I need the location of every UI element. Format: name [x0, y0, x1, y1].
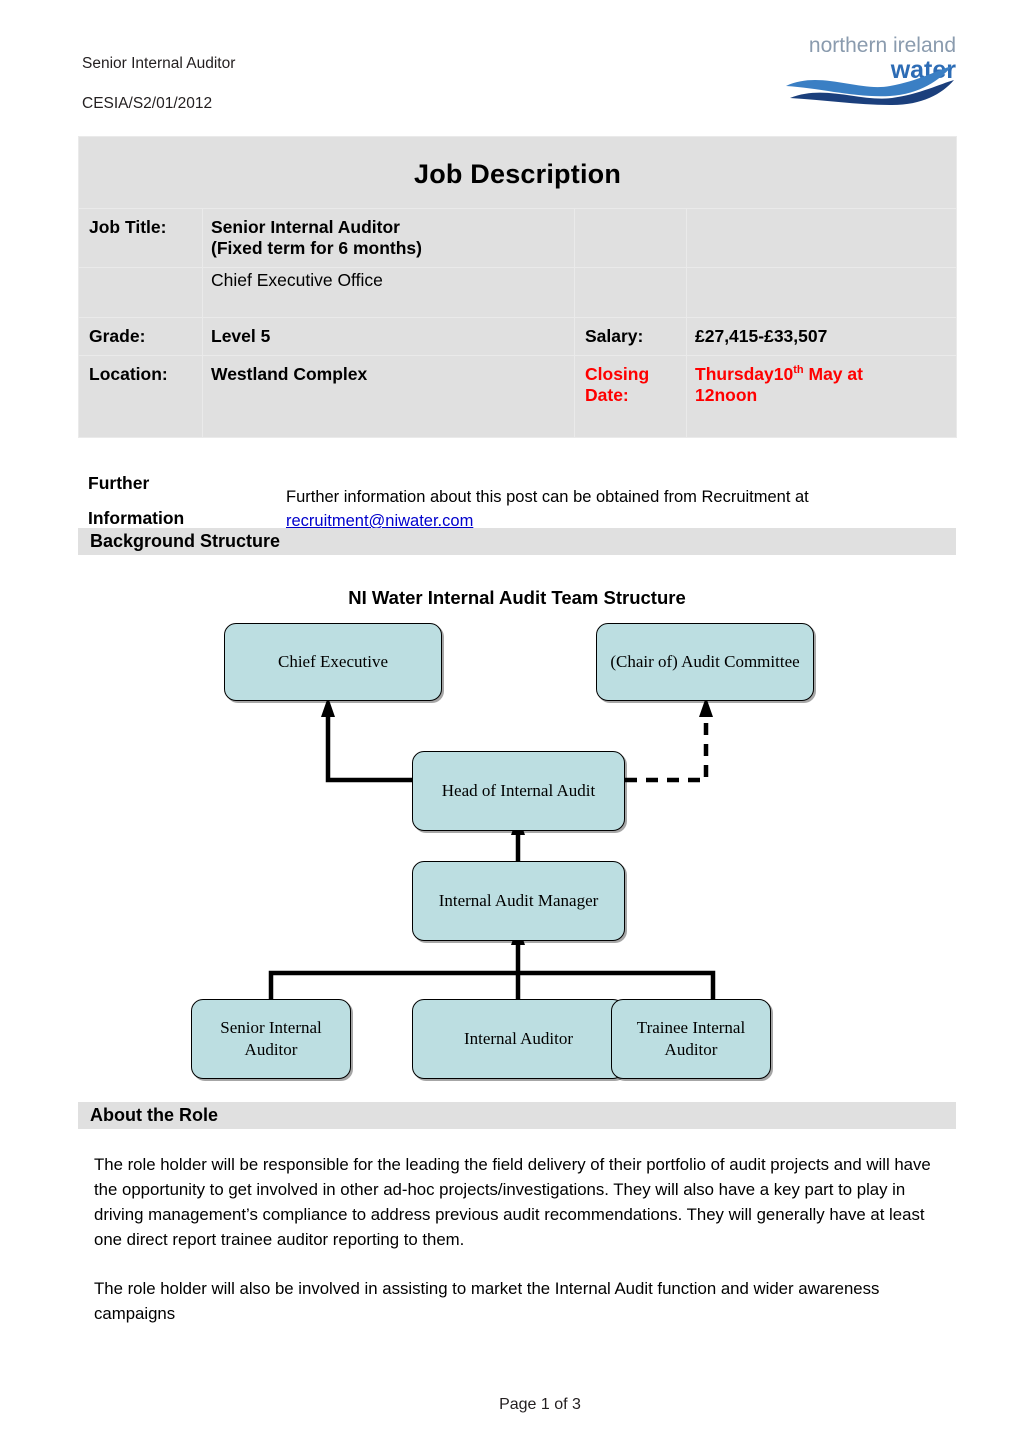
closing-date-label: Closing Date:	[574, 355, 687, 438]
org-node-label: Internal Auditor	[463, 1029, 574, 1048]
department-spacer-value	[685, 267, 958, 318]
further-information-label: Further Information	[88, 466, 278, 536]
about-paragraph-1: The role holder will be responsible for …	[94, 1155, 931, 1249]
org-node-label: (Chair of) Audit Committee	[610, 652, 800, 671]
org-node-internal-audit-manager: Internal Audit Manager	[412, 861, 625, 941]
document-reference: Senior Internal Auditor CESIA/S2/01/2012	[82, 34, 235, 134]
org-chart: NI Water Internal Audit Team Structure C…	[78, 565, 956, 1090]
page-title: Job Description	[414, 159, 622, 189]
job-title-line-2: (Fixed term for 6 months)	[211, 238, 422, 258]
department-spacer-label	[574, 267, 687, 318]
grade-label: Grade:	[78, 317, 203, 356]
document-reference-code: CESIA/S2/01/2012	[82, 95, 213, 112]
svg-text:northern ireland: northern ireland	[809, 34, 956, 57]
section-heading-background-structure: Background Structure	[78, 528, 956, 555]
location-text: Westland Complex	[211, 364, 368, 384]
grade-value: Level 5	[202, 317, 575, 356]
org-node-trainee-internal-auditor: Trainee Internal Auditor	[611, 999, 771, 1079]
further-information-sentence: Further information about this post can …	[286, 488, 809, 506]
grade-text: Level 5	[211, 326, 271, 346]
connector-head-to-audit-committee	[625, 715, 709, 783]
table-row-grade-salary: Grade: Level 5 Salary: £27,415-£33,507	[78, 317, 958, 356]
job-description-table: Job Description Job Title: Senior Intern…	[77, 136, 958, 438]
org-node-label: Head of Internal Audit	[441, 781, 596, 800]
connector-head-to-chief-executive	[325, 715, 412, 783]
org-node-head-of-internal-audit: Head of Internal Audit	[412, 751, 625, 831]
table-row-job-title: Job Title: Senior Internal Auditor (Fixe…	[78, 208, 958, 268]
org-node-audit-committee: (Chair of) Audit Committee	[596, 623, 814, 701]
org-node-label: Chief Executive	[278, 652, 388, 671]
table-row-title: Job Description	[77, 136, 958, 209]
salary-text: £27,415-£33,507	[695, 326, 828, 346]
page-header: Senior Internal Auditor CESIA/S2/01/2012…	[0, 0, 1020, 120]
job-title-label: Job Title:	[78, 208, 203, 268]
org-node-internal-auditor: Internal Auditor	[412, 999, 625, 1079]
job-title-spacer-label	[574, 208, 687, 268]
closing-date-line-2: 12noon	[695, 385, 758, 405]
table-row-location-closing: Location: Westland Complex Closing Date:…	[78, 355, 958, 438]
location-label: Location:	[78, 355, 203, 438]
org-node-senior-internal-auditor: Senior Internal Auditor	[191, 999, 351, 1079]
org-node-label: Senior Internal Auditor	[220, 1018, 322, 1059]
about-paragraph-2: The role holder will also be involved in…	[94, 1279, 880, 1323]
table-row-department: Chief Executive Office	[78, 267, 958, 318]
further-information-text: Further information about this post can …	[286, 485, 956, 533]
about-the-role-body: The role holder will be responsible for …	[94, 1152, 956, 1350]
job-title-spacer-value	[685, 208, 958, 268]
connector-bottom-bus	[268, 970, 716, 1000]
further-label-line-1: Further	[88, 473, 150, 493]
closing-date-label-line-2: Date:	[585, 385, 629, 405]
page-footer: Page 1 of 3	[0, 1396, 1020, 1414]
department-value: Chief Executive Office	[202, 267, 575, 318]
closing-date-value: Thursday10th May at 12noon	[685, 355, 958, 438]
org-node-label: Trainee Internal Auditor	[636, 1018, 746, 1059]
location-value: Westland Complex	[202, 355, 575, 438]
salary-value: £27,415-£33,507	[685, 317, 958, 356]
section-heading-about-the-role: About the Role	[78, 1102, 956, 1129]
northern-ireland-water-logo: northern ireland water	[780, 26, 960, 106]
org-node-chief-executive: Chief Executive	[224, 623, 442, 701]
document-title-text: Senior Internal Auditor	[82, 55, 236, 72]
job-title-line-1: Senior Internal Auditor	[211, 217, 400, 237]
closing-date-line-1: Thursday10th May at	[695, 364, 956, 385]
department-label	[78, 267, 203, 318]
salary-label: Salary:	[574, 317, 687, 356]
closing-date-label-line-1: Closing	[585, 364, 650, 384]
closing-date-day: Thursday10	[695, 364, 794, 384]
closing-date-ordinal: th	[793, 364, 804, 377]
page-number: Page 1 of 3	[499, 1396, 581, 1413]
org-node-label: Internal Audit Manager	[438, 891, 599, 910]
job-description-title-cell: Job Description	[77, 136, 958, 209]
closing-date-month: May at	[803, 364, 863, 384]
department-text: Chief Executive Office	[211, 270, 383, 290]
job-title-value: Senior Internal Auditor (Fixed term for …	[202, 208, 575, 268]
